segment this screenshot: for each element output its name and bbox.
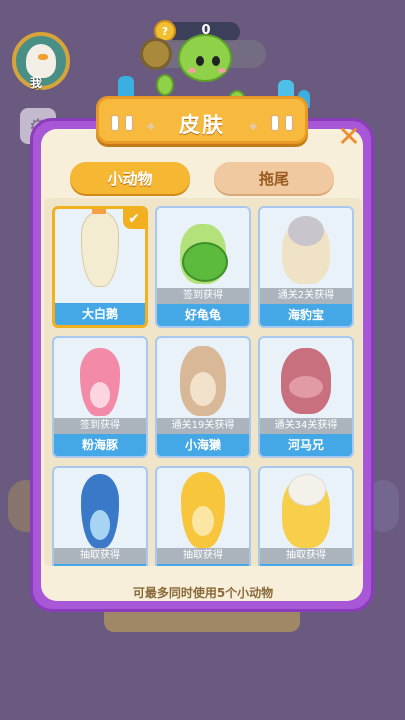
unlock-condition: 通关2关获得 bbox=[260, 288, 352, 304]
unlock-condition: 抽取获得 bbox=[260, 548, 352, 564]
skin-name bbox=[260, 564, 352, 566]
tab-animals[interactable]: 小动物 bbox=[70, 162, 190, 194]
dialog-title: 皮肤 bbox=[179, 113, 225, 137]
turtle-eye bbox=[212, 56, 220, 66]
max-animals-note: 可最多同时使用5个小动物 bbox=[132, 586, 274, 600]
skin-grid: ✔ 大白鹅 签到获得 好龟龟 通关2关获得 海豹宝 签到获得 粉海豚 通关19关… bbox=[44, 198, 362, 566]
seal-icon bbox=[282, 216, 330, 284]
skin-name: 海豹宝 bbox=[260, 304, 352, 326]
goose-avatar-icon bbox=[26, 44, 56, 78]
skin-name: 大白鹅 bbox=[55, 303, 145, 325]
close-icon[interactable]: ✕ bbox=[336, 123, 362, 151]
otter-icon bbox=[180, 346, 226, 416]
unlock-condition: 抽取获得 bbox=[157, 548, 249, 564]
skin-card-seal[interactable]: 通关2关获得 海豹宝 bbox=[258, 206, 354, 328]
unlock-condition: 签到获得 bbox=[157, 288, 249, 304]
skin-card-whale-shark[interactable]: 抽取获得 bbox=[52, 466, 148, 566]
unlock-condition: 抽取获得 bbox=[54, 548, 146, 564]
skin-name: 粉海豚 bbox=[54, 434, 146, 456]
skin-art bbox=[260, 338, 352, 422]
skin-card-turtle[interactable]: 签到获得 好龟龟 bbox=[155, 206, 251, 328]
skin-art bbox=[157, 208, 249, 292]
skin-name: 好龟龟 bbox=[157, 304, 249, 326]
skin-art bbox=[54, 468, 146, 552]
whale-shark-icon bbox=[81, 474, 119, 548]
turtle-cheek bbox=[218, 68, 226, 73]
tab-trail[interactable]: 拖尾 bbox=[214, 162, 334, 194]
dolphin-icon bbox=[80, 348, 120, 416]
turtle-hand bbox=[156, 74, 174, 96]
turtle-eye bbox=[196, 56, 204, 66]
pufferfish-icon bbox=[181, 472, 225, 548]
skin-card-seal-mermaid[interactable]: 抽取获得 bbox=[258, 466, 354, 566]
skin-name bbox=[157, 564, 249, 566]
dialog-title-plate: ◆ ◆ 皮肤 bbox=[96, 96, 308, 144]
me-label: 我 bbox=[30, 76, 43, 90]
skin-art bbox=[260, 208, 352, 292]
skin-card-hippo[interactable]: 通关34关获得 河马兄 bbox=[258, 336, 354, 458]
skin-card-pufferfish[interactable]: 抽取获得 bbox=[155, 466, 251, 566]
skin-name: 小海獭 bbox=[157, 434, 249, 456]
bottom-button[interactable] bbox=[104, 612, 300, 632]
turtle-head bbox=[178, 34, 232, 82]
unlock-condition: 签到获得 bbox=[54, 418, 146, 434]
selected-check-icon: ✔ bbox=[123, 209, 145, 229]
goose-icon bbox=[81, 209, 119, 287]
skin-art bbox=[260, 468, 352, 552]
skin-art bbox=[157, 338, 249, 422]
hippo-icon bbox=[281, 348, 331, 414]
skin-name bbox=[54, 564, 146, 566]
unlock-condition: 通关19关获得 bbox=[157, 418, 249, 434]
skin-name: 河马兄 bbox=[260, 434, 352, 456]
skin-art bbox=[157, 468, 249, 552]
unlock-condition: 通关34关获得 bbox=[260, 418, 352, 434]
skin-art bbox=[54, 338, 146, 422]
skin-card-dolphin[interactable]: 签到获得 粉海豚 bbox=[52, 336, 148, 458]
turtle-cheek bbox=[188, 68, 196, 73]
skin-card-goose[interactable]: ✔ 大白鹅 bbox=[52, 206, 148, 328]
seal-mermaid-icon bbox=[282, 474, 330, 548]
turtle-icon bbox=[180, 224, 228, 284]
skin-card-otter[interactable]: 通关19关获得 小海獭 bbox=[155, 336, 251, 458]
